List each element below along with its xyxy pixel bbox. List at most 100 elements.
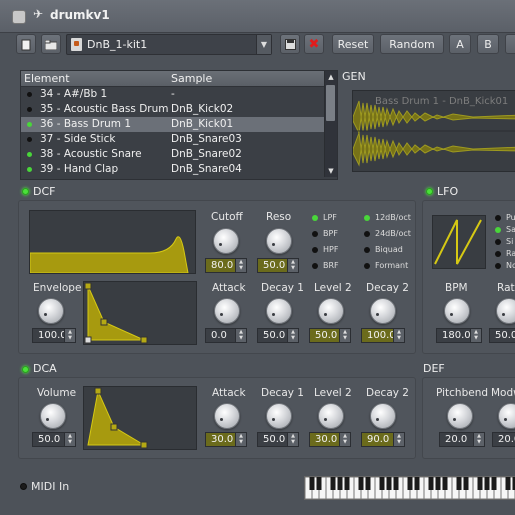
piano-keyboard[interactable]: [304, 476, 515, 500]
volume-label: Volume: [37, 387, 77, 399]
envelope-label: Envelope: [33, 282, 82, 294]
dcf-enable-led[interactable]: [22, 188, 29, 195]
dca-decay2-spinbox[interactable]: 90.0 ▲ ▼: [361, 432, 405, 447]
piano-black-key[interactable]: [484, 477, 490, 490]
piano-black-key[interactable]: [477, 477, 483, 490]
element-name: 35 - Acoustic Bass Drum: [40, 103, 169, 115]
modwheel-spinbox[interactable]: 20.0: [492, 432, 515, 447]
scroll-down-icon[interactable]: ▼: [325, 165, 337, 177]
dcf-envelope-graph[interactable]: [83, 281, 197, 345]
piano-black-key[interactable]: [393, 477, 399, 490]
piano-black-key[interactable]: [365, 477, 371, 490]
table-row[interactable]: 35 - Acoustic Bass Drum DnB_Kick02: [21, 102, 324, 117]
random-button[interactable]: Random: [380, 34, 444, 54]
reso-knob[interactable]: [266, 228, 292, 254]
dca-attack-spinbox[interactable]: 30.0 ▲ ▼: [205, 432, 247, 447]
save-preset-button[interactable]: [280, 34, 300, 54]
piano-black-key[interactable]: [435, 477, 441, 490]
piano-black-key[interactable]: [414, 477, 420, 490]
app-icon: [12, 10, 26, 24]
piano-black-key[interactable]: [379, 477, 385, 490]
piano-black-key[interactable]: [456, 477, 462, 490]
dca-enable-led[interactable]: [22, 366, 29, 373]
dcf-level2-spinbox[interactable]: 50.0 ▲ ▼: [309, 328, 351, 343]
dcf-title: DCF: [33, 185, 56, 198]
table-row[interactable]: 38 - Acoustic Snare DnB_Snare02: [21, 147, 324, 162]
rate-knob[interactable]: [496, 298, 515, 324]
dca-level2-spinbox[interactable]: 30.0 ▲ ▼: [309, 432, 351, 447]
scroll-thumb[interactable]: [326, 85, 335, 121]
dca-envelope-graph[interactable]: [83, 386, 197, 450]
new-file-icon: [21, 39, 31, 51]
pin-icon[interactable]: ✈: [33, 7, 43, 21]
volume-spinbox[interactable]: 50.0 ▲ ▼: [32, 432, 76, 447]
piano-black-key[interactable]: [442, 477, 448, 490]
overflow-button[interactable]: [505, 34, 515, 54]
envelope-knob[interactable]: [38, 298, 64, 324]
bpm-knob[interactable]: [444, 298, 470, 324]
b-button[interactable]: B: [477, 34, 499, 54]
envelope-spinbox[interactable]: 100.0 ▲ ▼: [32, 328, 76, 343]
dcf-attack-knob[interactable]: [214, 298, 240, 324]
piano-black-key[interactable]: [407, 477, 413, 490]
rate-spinbox[interactable]: 50.0: [489, 328, 515, 343]
scroll-up-icon[interactable]: ▲: [325, 71, 337, 83]
dca-decay2-knob[interactable]: [370, 403, 396, 429]
piano-black-key[interactable]: [428, 477, 434, 490]
piano-black-key[interactable]: [309, 477, 315, 490]
piano-black-key[interactable]: [358, 477, 364, 490]
table-row[interactable]: 34 - A#/Bb 1 -: [21, 87, 324, 102]
dca-decay1-spinbox[interactable]: 50.0 ▲ ▼: [257, 432, 299, 447]
dcf-envelope-shape: [84, 282, 148, 344]
open-preset-button[interactable]: [41, 34, 61, 54]
bpm-spinbox[interactable]: 180.0 ▲ ▼: [436, 328, 482, 343]
table-scrollbar[interactable]: ▲ ▼: [324, 71, 337, 177]
table-row[interactable]: 39 - Hand Clap DnB_Snare04: [21, 162, 324, 177]
piano-black-key[interactable]: [337, 477, 343, 490]
piano-black-key[interactable]: [491, 477, 497, 490]
dcf-decay2-knob[interactable]: [370, 298, 396, 324]
new-preset-button[interactable]: [16, 34, 36, 54]
element-name: 36 - Bass Drum 1: [40, 118, 132, 130]
dca-attack-knob[interactable]: [214, 403, 240, 429]
title-bar: ✈ drumkv1: [0, 0, 515, 33]
chevron-down-icon[interactable]: ▼: [256, 35, 271, 54]
reset-button[interactable]: Reset: [332, 34, 374, 54]
lfo-enable-led[interactable]: [426, 188, 433, 195]
dcf-level2-knob[interactable]: [318, 298, 344, 324]
volume-knob[interactable]: [40, 403, 66, 429]
table-row[interactable]: 37 - Side Stick DnB_Snare03: [21, 132, 324, 147]
piano-keys[interactable]: [304, 476, 515, 500]
piano-black-key[interactable]: [505, 477, 511, 490]
radio-led-icon: [495, 227, 501, 233]
reso-spinbox[interactable]: 50.0 ▲ ▼: [257, 258, 299, 273]
dcf-decay1-knob[interactable]: [266, 298, 292, 324]
dcf-attack-spinbox[interactable]: 0.0 ▲ ▼: [205, 328, 247, 343]
dcf-decay1-spinbox[interactable]: 50.0 ▲ ▼: [257, 328, 299, 343]
pitchbend-knob[interactable]: [447, 403, 473, 429]
piano-black-key[interactable]: [330, 477, 336, 490]
delete-preset-button[interactable]: ✖: [304, 34, 324, 54]
dca-level2-knob[interactable]: [318, 403, 344, 429]
filter-type-label: BPF: [323, 229, 338, 238]
cutoff-knob[interactable]: [213, 228, 239, 254]
dcf-decay2-spinbox[interactable]: 100.0 ▲ ▼: [361, 328, 405, 343]
preset-combobox[interactable]: DnB_1-kit1 ▼: [66, 34, 272, 55]
table-row[interactable]: 36 - Bass Drum 1 DnB_Kick01: [21, 117, 324, 132]
dca-decay1-knob[interactable]: [266, 403, 292, 429]
element-sample: DnB_Snare03: [171, 133, 242, 145]
rate-label: Rate: [497, 282, 515, 294]
column-header-sample[interactable]: Sample: [171, 72, 212, 85]
column-header-element[interactable]: Element: [24, 72, 70, 85]
piano-black-key[interactable]: [344, 477, 350, 490]
cutoff-spinbox[interactable]: 80.0 ▲ ▼: [205, 258, 247, 273]
gen-title: GEN: [342, 70, 366, 83]
a-button[interactable]: A: [449, 34, 471, 54]
piano-black-key[interactable]: [316, 477, 322, 490]
lfo-wave-graph[interactable]: [432, 215, 486, 269]
pitchbend-spinbox[interactable]: 20.0 ▲ ▼: [439, 432, 485, 447]
piano-black-key[interactable]: [386, 477, 392, 490]
piano-black-key[interactable]: [463, 477, 469, 490]
sample-waveform[interactable]: Bass Drum 1 - DnB_Kick01: [352, 90, 515, 172]
dcf-filter-curve[interactable]: [29, 210, 196, 274]
